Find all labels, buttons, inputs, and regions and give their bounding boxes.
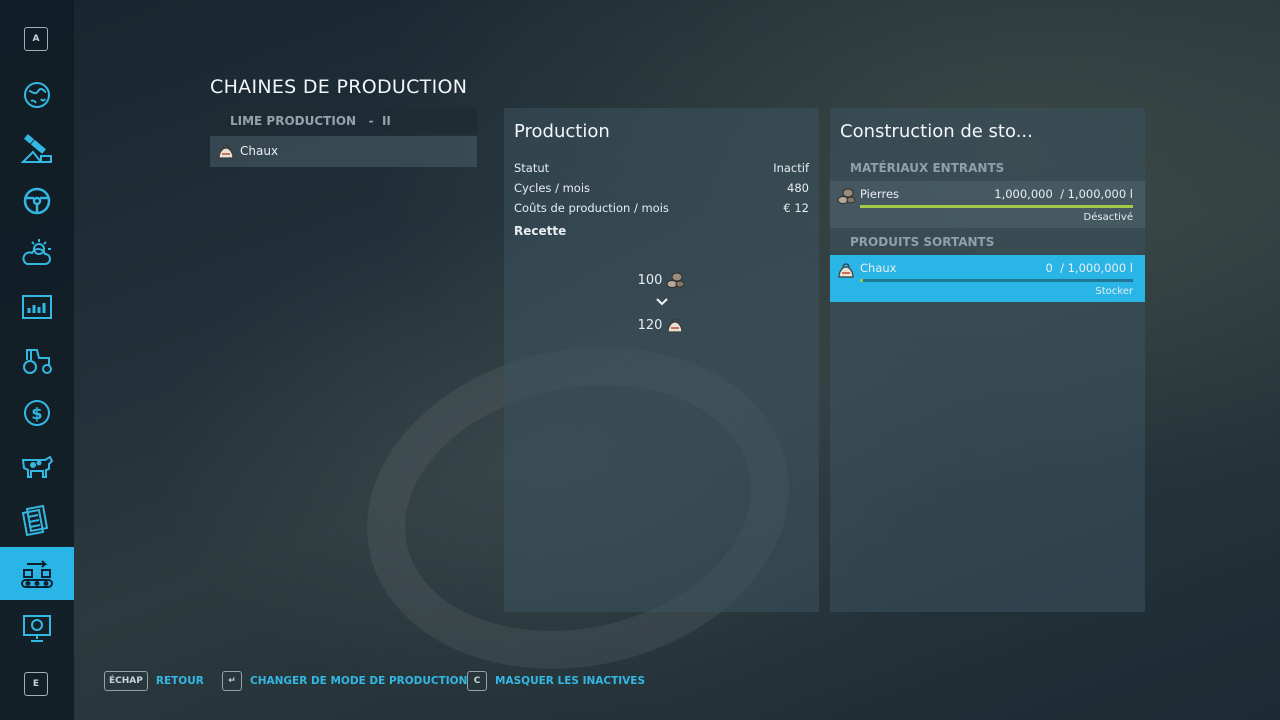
recipe-input: 100 — [504, 271, 819, 289]
output-amount: 0 / 1,000,000 l — [1045, 261, 1133, 275]
steering-wheel-icon — [23, 187, 51, 214]
sidebar-item-finances[interactable]: $ — [0, 386, 74, 439]
input-amount: 1,000,000 / 1,000,000 l — [994, 187, 1133, 201]
recipe-arrow — [504, 293, 819, 315]
sidebar-item-animals[interactable] — [0, 439, 74, 492]
page-title: CHAINES DE PRODUCTION — [210, 76, 468, 98]
production-title: Production — [514, 121, 610, 142]
sidebar-item-statistics[interactable] — [0, 280, 74, 333]
sidebar: A $ E — [0, 0, 74, 720]
escape-key-icon: ÉCHAP — [104, 671, 148, 691]
satellite-icon — [20, 133, 52, 163]
stat-row-cycles: Cycles / mois 480 — [514, 181, 809, 199]
sidebar-item-vehicles[interactable] — [0, 174, 74, 227]
back-label: RETOUR — [155, 675, 204, 687]
stones-icon — [837, 188, 856, 204]
stat-label: Coûts de production / mois — [514, 201, 669, 215]
chevron-down-icon — [655, 298, 668, 306]
production-point-name: LIME PRODUCTION - II — [230, 114, 391, 128]
hide-inactive-button[interactable]: C MASQUER LES INACTIVES — [467, 669, 645, 693]
recipe-output: 120 — [504, 316, 819, 334]
inputs-header: MATÉRIAUX ENTRANTS — [850, 161, 1005, 175]
stones-icon — [666, 272, 685, 288]
production-list-item-chaux[interactable]: Chaux — [210, 136, 477, 167]
production-panel: Production Statut Inactif Cycles / mois … — [504, 108, 819, 612]
sidebar-item-production[interactable] — [0, 547, 74, 600]
output-fill — [860, 279, 863, 282]
contracts-papers-icon — [21, 504, 49, 536]
globe-map-icon — [24, 81, 50, 108]
production-conveyor-icon — [21, 559, 53, 588]
output-fill-bar — [860, 279, 1133, 282]
stat-value: Inactif — [773, 161, 809, 175]
hide-inactive-label: MASQUER LES INACTIVES — [495, 675, 646, 687]
change-production-mode-button[interactable]: ↵ CHANGER DE MODE DE PRODUCTION — [222, 669, 467, 693]
cow-icon — [21, 455, 54, 478]
input-name: Pierres — [860, 187, 900, 201]
recipe-input-amount: 100 — [637, 272, 663, 288]
list-item-label: Chaux — [240, 144, 279, 158]
storage-panel: Construction de sto... MATÉRIAUX ENTRANT… — [830, 108, 1145, 612]
help-presentation-icon — [23, 614, 51, 642]
tractor-icon — [23, 348, 52, 374]
sidebar-item-map[interactable] — [0, 68, 74, 121]
stat-row-costs: Coûts de production / mois € 12 — [514, 201, 809, 219]
weather-sun-cloud-icon — [22, 238, 51, 265]
lime-sack-icon — [218, 144, 234, 159]
back-button[interactable]: ÉCHAP RETOUR — [104, 669, 204, 693]
lime-sack-icon — [667, 318, 684, 333]
input-fill-bar — [860, 205, 1133, 208]
stat-label: Statut — [514, 161, 550, 175]
output-name: Chaux — [860, 261, 897, 275]
outputs-header: PRODUITS SORTANTS — [850, 235, 995, 249]
sidebar-item-precision-farming[interactable] — [0, 121, 74, 174]
stat-row-status: Statut Inactif — [514, 161, 809, 179]
production-list-header: LIME PRODUCTION - II — [210, 108, 477, 134]
lime-sack-icon — [838, 263, 854, 278]
sidebar-item-garage[interactable] — [0, 333, 74, 386]
stat-label: Cycles / mois — [514, 181, 591, 195]
enter-key-icon: ↵ — [222, 671, 242, 691]
svg-text:$: $ — [31, 404, 42, 423]
output-status: Stocker — [1095, 286, 1133, 297]
stat-value: 480 — [787, 181, 809, 195]
input-fill — [860, 205, 1133, 208]
change-mode-label: CHANGER DE MODE DE PRODUCTION — [250, 675, 468, 687]
recipe-heading: Recette — [514, 224, 567, 238]
storage-title: Construction de sto... — [840, 121, 1033, 142]
input-row-pierres[interactable]: Pierres 1,000,000 / 1,000,000 l Désactiv… — [830, 181, 1145, 228]
c-key-icon: C — [467, 671, 487, 691]
stat-value: € 12 — [783, 201, 809, 215]
recipe-output-amount: 120 — [637, 317, 663, 333]
dollar-coin-icon: $ — [24, 399, 50, 426]
statistics-chart-icon — [22, 294, 52, 319]
input-status: Désactivé — [1083, 212, 1133, 223]
sidebar-item-weather[interactable] — [0, 227, 74, 280]
sidebar-item-contracts[interactable] — [0, 492, 74, 545]
sidebar-next-key-hint[interactable]: E — [24, 672, 48, 696]
sidebar-prev-key-hint[interactable]: A — [24, 27, 48, 51]
output-row-chaux[interactable]: Chaux 0 / 1,000,000 l Stocker — [830, 255, 1145, 302]
sidebar-item-help[interactable] — [0, 601, 74, 654]
